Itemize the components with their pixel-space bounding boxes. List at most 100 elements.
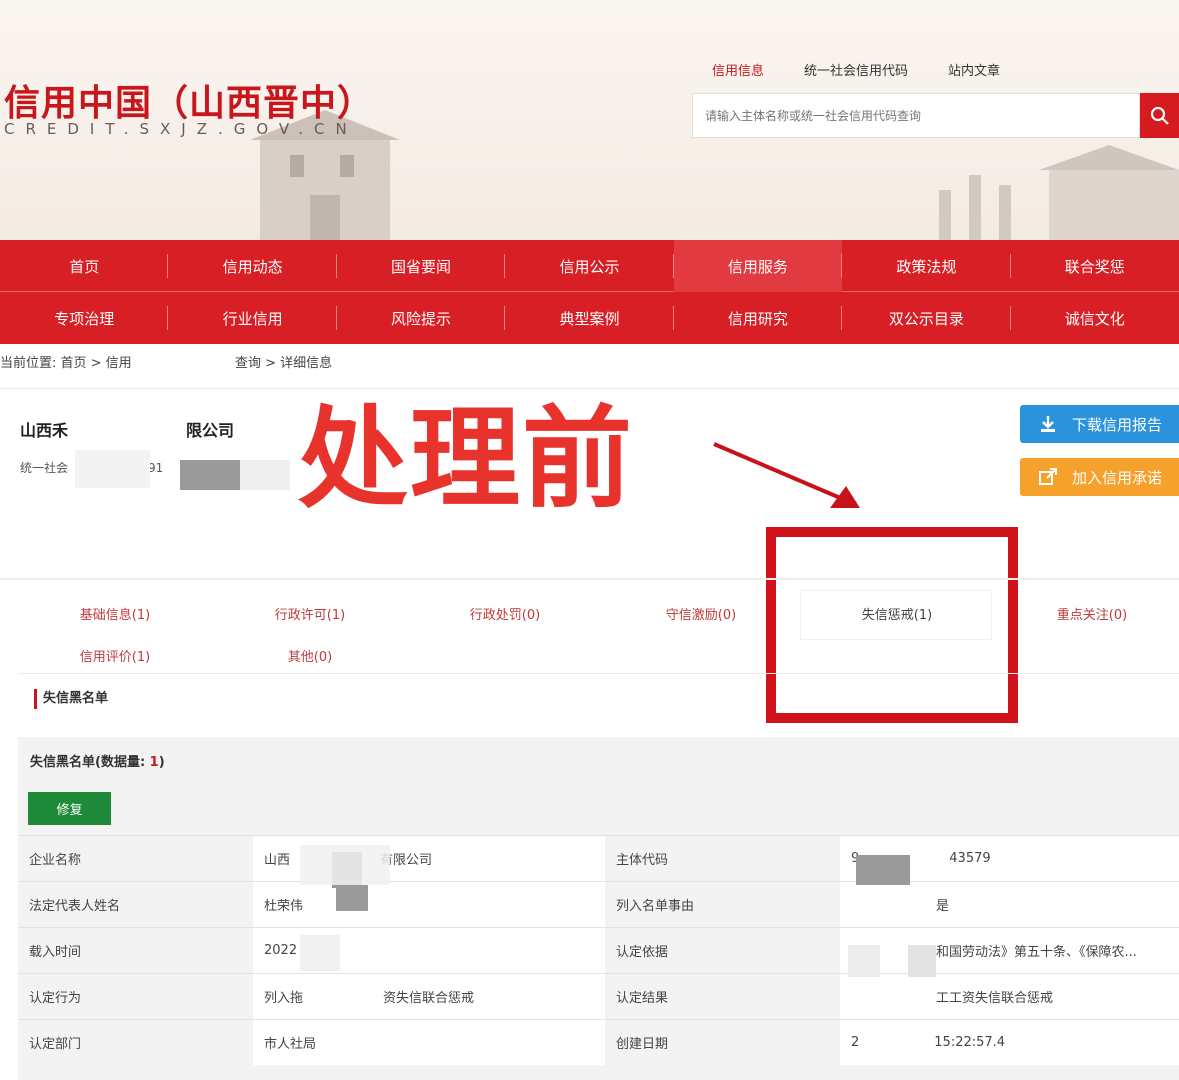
redaction-mask [908, 945, 936, 977]
external-link-icon [1039, 468, 1057, 485]
table-value-cell: 是 [840, 882, 1179, 927]
tab-admin-license[interactable]: 行政许可(1) [212, 604, 408, 623]
breadcrumb-suffix[interactable]: 查询 > 详细信息 [235, 356, 332, 371]
nav-item-industry-credit[interactable]: 行业信用 [168, 292, 338, 344]
tab-trust-incentive[interactable]: 守信激励(0) [603, 604, 799, 623]
table-label-cell: 法定代表人姓名 [18, 882, 253, 927]
redaction-mask [856, 855, 910, 885]
nav-item-credit-research[interactable]: 信用研究 [674, 292, 843, 344]
table-value-text: 工工资失信联合惩戒 [936, 991, 1054, 1006]
company-name: 山西禾 限公司 [20, 417, 234, 441]
site-header: 信用中国（山西晋中） CREDIT.SXJZ.GOV.CN 信用信息 统一社会信… [0, 0, 1179, 240]
table-value-cell: 2 15:22:57.4 [840, 1020, 1179, 1065]
annotation-arrow-icon [713, 442, 860, 508]
search-tab-articles[interactable]: 站内文章 [948, 60, 1000, 79]
nav-item-credit-news[interactable]: 信用动态 [168, 240, 338, 292]
redaction-mask [180, 460, 240, 490]
download-credit-report-button[interactable]: 下载信用报告 [1020, 405, 1179, 443]
nav-item-typical-cases[interactable]: 典型案例 [505, 292, 675, 344]
nav-item-integrity-culture[interactable]: 诚信文化 [1011, 292, 1179, 344]
table-value-text: 2 [851, 1035, 860, 1050]
site-logo-title[interactable]: 信用中国（山西晋中） [4, 74, 374, 126]
tab-basic-info[interactable]: 基础信息(1) [17, 604, 213, 623]
search-icon [1150, 106, 1169, 125]
search-tab-credit-info[interactable]: 信用信息 [712, 60, 764, 79]
table-label-cell: 载入时间 [18, 928, 253, 973]
table-value-text: 山西 [264, 853, 291, 868]
tab-credit-evaluation[interactable]: 信用评价(1) [17, 646, 213, 665]
redaction-mask [848, 945, 880, 977]
table-label-cell: 创建日期 [605, 1020, 840, 1065]
divider [0, 388, 1179, 389]
nav-item-credit-service[interactable]: 信用服务 [673, 240, 843, 292]
table-value-text: 15:22:57.4 [934, 1035, 1006, 1050]
search-tabs: 信用信息 统一社会信用代码 站内文章 [712, 60, 1000, 79]
blacklist-panel-title: 失信黑名单(数据量: 1) [30, 751, 165, 770]
redaction-mask [300, 845, 390, 885]
breadcrumb: 当前位置: 首页 > 信用 查询 > 详细信息 [0, 352, 332, 373]
redaction-mask [336, 885, 368, 911]
table-value-cell: 列入拖 资失信联合惩戒 [253, 974, 605, 1019]
table-row: 载入时间 2022 认定依据 和国劳动法》第五十条、《保障农... [18, 927, 1179, 973]
join-credit-commitment-button[interactable]: 加入信用承诺 [1020, 458, 1179, 496]
nav-item-policy[interactable]: 政策法规 [842, 240, 1011, 292]
table-label-cell: 主体代码 [605, 836, 840, 881]
company-code-label: 统一社会 [20, 461, 69, 475]
table-label-cell: 认定行为 [18, 974, 253, 1019]
table-value-cell: 市人社局 [253, 1020, 605, 1065]
divider [0, 578, 1179, 580]
table-label-cell: 认定结果 [605, 974, 840, 1019]
join-credit-commitment-label: 加入信用承诺 [1072, 468, 1163, 487]
breadcrumb-prefix[interactable]: 当前位置: 首页 > 信用 [0, 356, 132, 371]
building-illustration [939, 145, 1179, 240]
blacklist-panel-title-end: ) [158, 755, 165, 770]
table-label-cell: 列入名单事由 [605, 882, 840, 927]
search-button[interactable] [1140, 93, 1179, 138]
download-credit-report-label: 下载信用报告 [1072, 415, 1163, 434]
table-label-cell: 企业名称 [18, 836, 253, 881]
tab-key-attention[interactable]: 重点关注(0) [994, 604, 1179, 623]
blacklist-panel-title-text: 失信黑名单(数据量: [30, 755, 150, 770]
table-value-text: 是 [936, 899, 950, 914]
table-row: 认定行为 列入拖 资失信联合惩戒 认定结果 工工资失信联合惩戒 [18, 973, 1179, 1019]
table-value-text: 列入拖 [264, 991, 304, 1006]
company-name-end: 限公司 [186, 421, 235, 440]
table-row: 企业名称 山西有限公司 主体代码 943579 [18, 835, 1179, 881]
redaction-mask [75, 450, 150, 488]
table-value-cell: 和国劳动法》第五十条、《保障农... [840, 928, 1179, 973]
tab-admin-penalty[interactable]: 行政处罚(0) [407, 604, 603, 623]
nav-item-rewards-punishment[interactable]: 联合奖惩 [1011, 240, 1179, 292]
table-label-cell: 认定依据 [605, 928, 840, 973]
nav-item-home[interactable]: 首页 [0, 240, 169, 292]
company-code-fragment: 91 [148, 461, 164, 475]
table-value-cell: 杜荣伟 [253, 882, 605, 927]
table-row: 认定部门 市人社局 创建日期 2 15:22:57.4 [18, 1019, 1179, 1065]
table-row: 法定代表人姓名 杜荣伟 列入名单事由 是 [18, 881, 1179, 927]
nav-item-special-governance[interactable]: 专项治理 [0, 292, 169, 344]
tab-dishonesty-punishment[interactable]: 失信惩戒(1) [799, 604, 995, 623]
redaction-mask [240, 460, 290, 490]
nav-item-national-news[interactable]: 国省要闻 [337, 240, 506, 292]
download-icon [1041, 416, 1055, 432]
main-nav: 首页 信用动态 国省要闻 信用公示 信用服务 政策法规 联合奖惩 专项治理 行业… [0, 240, 1179, 344]
nav-item-risk-alert[interactable]: 风险提示 [337, 292, 506, 344]
table-value-text: 资失信联合惩戒 [383, 991, 475, 1006]
blacklist-count: 1 [149, 755, 159, 770]
table-value-text: 和国劳动法》第五十条、《保障农... [936, 945, 1137, 960]
redaction-mask [135, 354, 231, 373]
nav-item-dual-public-catalog[interactable]: 双公示目录 [842, 292, 1011, 344]
table-value-cell: 工工资失信联合惩戒 [840, 974, 1179, 1019]
search-tab-credit-code[interactable]: 统一社会信用代码 [804, 60, 908, 79]
divider [18, 673, 1179, 674]
site-logo-subtitle: CREDIT.SXJZ.GOV.CN [4, 120, 358, 138]
search-input[interactable] [693, 94, 1139, 137]
company-name-start: 山西禾 [20, 421, 69, 440]
nav-item-credit-public[interactable]: 信用公示 [505, 240, 675, 292]
repair-button[interactable]: 修复 [28, 792, 111, 825]
table-value-text: 43579 [949, 851, 991, 866]
redaction-mask [300, 935, 340, 971]
search-box [692, 93, 1140, 138]
tab-other[interactable]: 其他(0) [212, 646, 408, 665]
table-label-cell: 认定部门 [18, 1020, 253, 1065]
before-processing-annotation: 处理前 [298, 395, 634, 523]
